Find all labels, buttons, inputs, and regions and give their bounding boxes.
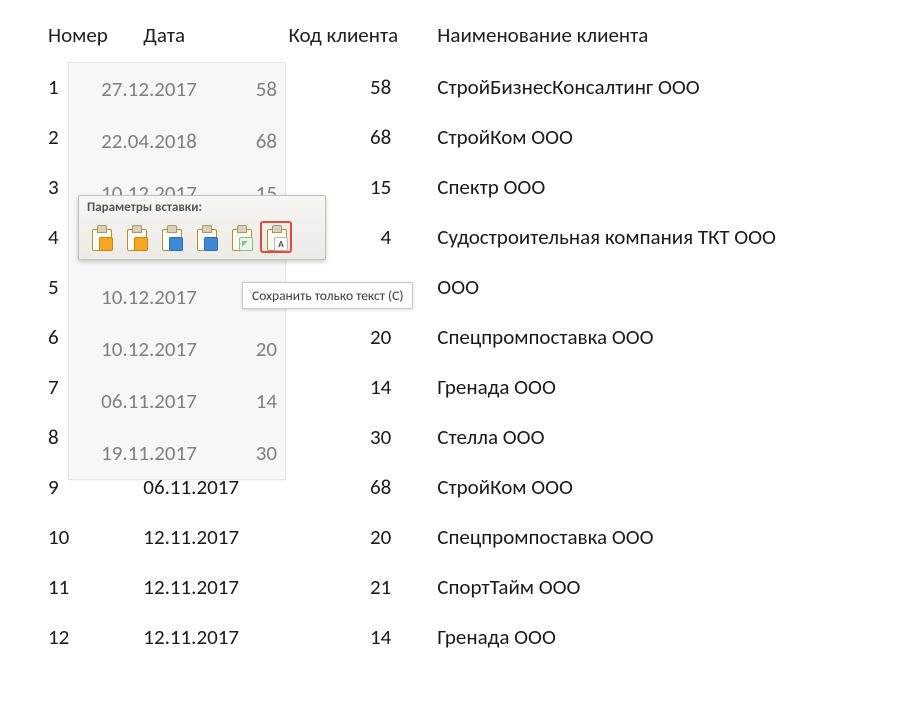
pasted-date: 06.11.2017 bbox=[77, 388, 221, 414]
word-document-page: Номер Дата Код клиента Наименование клие… bbox=[0, 0, 900, 705]
table-row: 1012.11.201720Спецпромпоставка ООО bbox=[48, 512, 900, 562]
cell-name: СтройКом ООО bbox=[437, 462, 900, 512]
cell-name: СпортТайм ООО bbox=[437, 562, 900, 612]
cell-code: 58 bbox=[288, 62, 437, 112]
pasted-code: 30 bbox=[221, 440, 277, 466]
table-header-row: Номер Дата Код клиента Наименование клие… bbox=[48, 18, 900, 62]
paste-option-dest-style[interactable] bbox=[120, 221, 152, 253]
pasted-row: 06.11.201714 bbox=[77, 375, 277, 427]
cell-code: 68 bbox=[288, 462, 437, 512]
col-header-name: Наименование клиента bbox=[437, 18, 900, 62]
pasted-row: 22.04.201868 bbox=[77, 115, 277, 167]
paste-options-title: Параметры вставки: bbox=[79, 196, 325, 219]
pasted-date: 27.12.2017 bbox=[77, 76, 221, 102]
cell-name: Судостроительная компания ТКТ ООО bbox=[437, 212, 900, 262]
cell-name: Спектр ООО bbox=[437, 162, 900, 212]
pasted-date: 10.12.2017 bbox=[77, 336, 221, 362]
pasted-region-overlay: 27.12.20175822.04.20186810.12.20171510.1… bbox=[68, 62, 286, 480]
pasted-code: 14 bbox=[221, 388, 277, 414]
paste-option-keep-source[interactable] bbox=[85, 221, 117, 253]
table-row: 1112.11.201721СпортТайм ООО bbox=[48, 562, 900, 612]
paste-option-link-styles[interactable] bbox=[190, 221, 222, 253]
cell-code: 68 bbox=[288, 112, 437, 162]
pasted-row: 19.11.201730 bbox=[77, 427, 277, 479]
paste-options-popup: Параметры вставки: A bbox=[78, 195, 326, 260]
paste-option-merge-format[interactable] bbox=[155, 221, 187, 253]
cell-name: СтройБизнесКонсалтинг ООО bbox=[437, 62, 900, 112]
cell-number: 11 bbox=[48, 562, 143, 612]
cell-name: Спецпромпоставка ООО bbox=[437, 512, 900, 562]
pasted-date: 22.04.2018 bbox=[77, 128, 221, 154]
cell-code: 14 bbox=[288, 362, 437, 412]
cell-number: 10 bbox=[48, 512, 143, 562]
clipboard-icon bbox=[126, 225, 146, 249]
cell-code: 20 bbox=[288, 512, 437, 562]
clipboard-icon bbox=[231, 225, 251, 249]
clipboard-icon: A bbox=[266, 225, 286, 249]
pasted-date: 19.11.2017 bbox=[77, 440, 221, 466]
pasted-row: 10.12.201720 bbox=[77, 323, 277, 375]
clipboard-icon bbox=[161, 225, 181, 249]
cell-name: Гренада ООО bbox=[437, 362, 900, 412]
pasted-code: 58 bbox=[221, 76, 277, 102]
cell-name: СтройКом ООО bbox=[437, 112, 900, 162]
col-header-number: Номер bbox=[48, 18, 143, 62]
cell-code: 20 bbox=[288, 312, 437, 362]
cell-date: 12.11.2017 bbox=[143, 612, 288, 662]
pasted-code: 20 bbox=[221, 336, 277, 362]
clipboard-icon bbox=[196, 225, 216, 249]
cell-name: ООО bbox=[437, 262, 900, 312]
pasted-row: 27.12.201758 bbox=[77, 63, 277, 115]
cell-code: 21 bbox=[288, 562, 437, 612]
cell-code: 30 bbox=[288, 412, 437, 462]
cell-date: 12.11.2017 bbox=[143, 562, 288, 612]
cell-name: Гренада ООО bbox=[437, 612, 900, 662]
table-row: 1212.11.201714Гренада ООО bbox=[48, 612, 900, 662]
paste-option-text-only[interactable]: A bbox=[260, 221, 292, 253]
cell-name: Стелла ООО bbox=[437, 412, 900, 462]
cell-name: Спецпромпоставка ООО bbox=[437, 312, 900, 362]
paste-option-tooltip: Сохранить только текст (С) bbox=[242, 282, 413, 309]
paste-options-icon-row: A bbox=[79, 219, 325, 259]
col-header-date: Дата bbox=[143, 18, 288, 62]
pasted-date: 10.12.2017 bbox=[77, 284, 221, 310]
pasted-code: 68 bbox=[221, 128, 277, 154]
cell-date: 12.11.2017 bbox=[143, 512, 288, 562]
paste-option-picture[interactable] bbox=[225, 221, 257, 253]
cell-code: 14 bbox=[288, 612, 437, 662]
cell-number: 12 bbox=[48, 612, 143, 662]
clipboard-icon bbox=[91, 225, 111, 249]
col-header-code: Код клиента bbox=[288, 18, 437, 62]
